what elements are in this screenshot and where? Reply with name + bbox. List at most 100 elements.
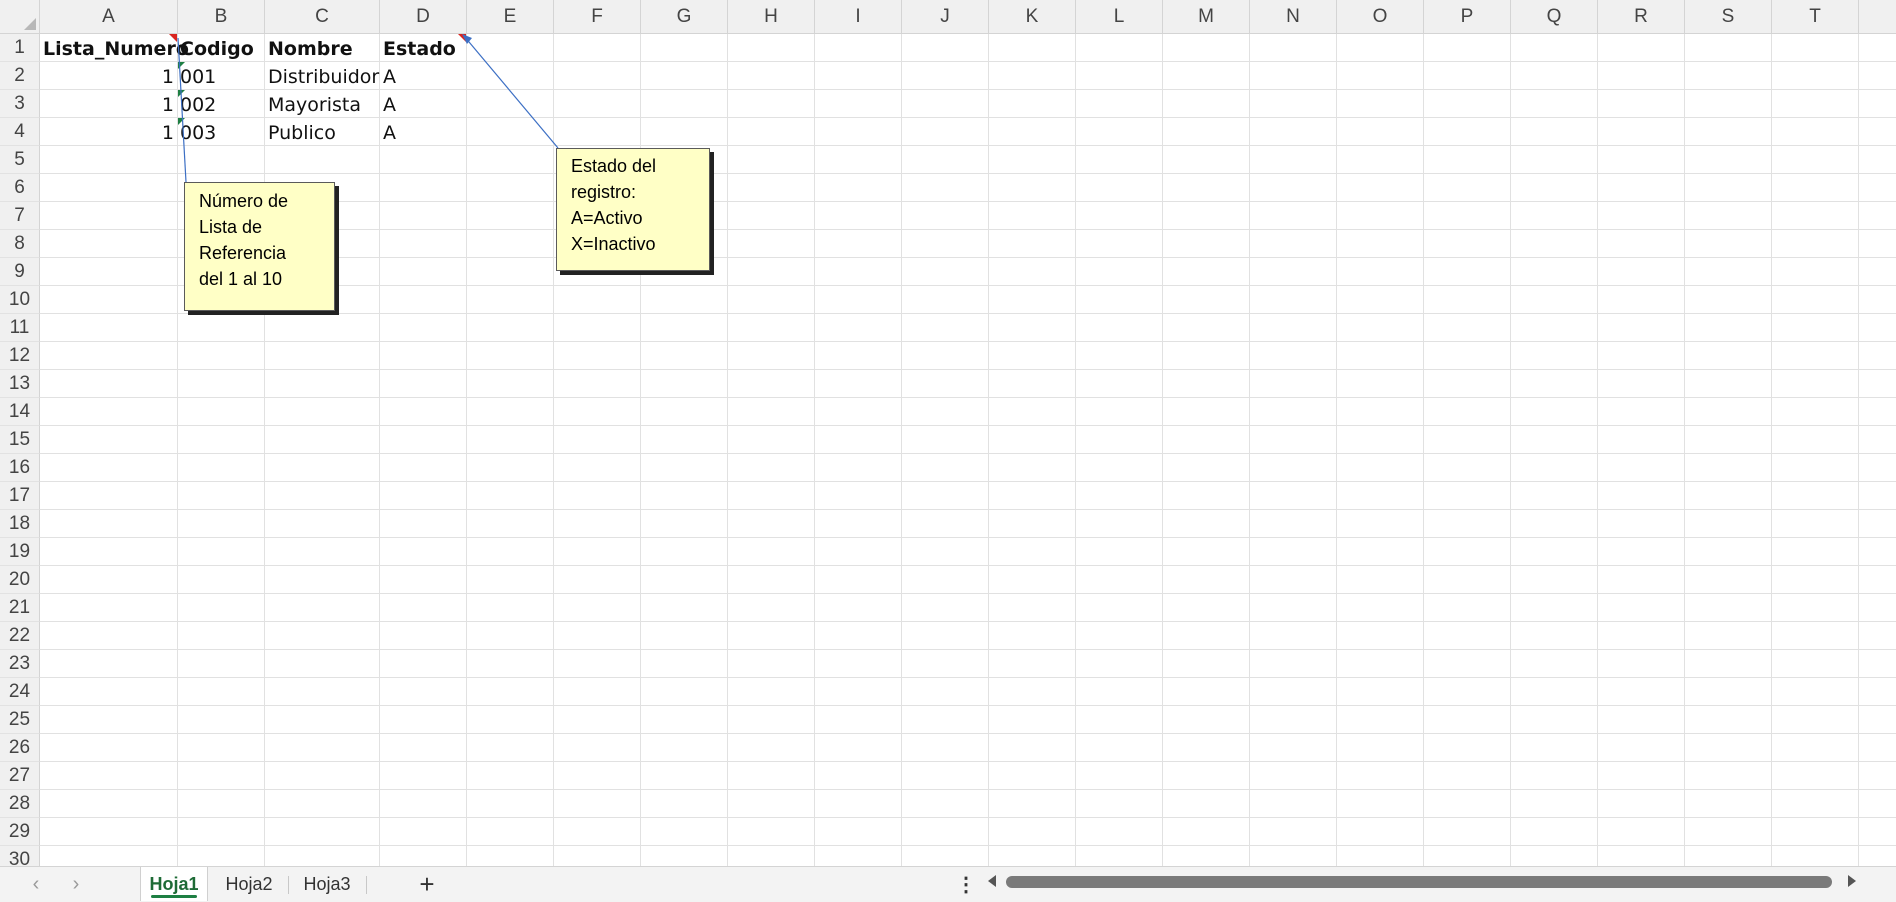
col-header-a[interactable]: A — [40, 0, 178, 34]
gridline-v — [1597, 34, 1598, 866]
scroll-right-arrow-icon[interactable] — [1848, 875, 1856, 887]
row-header-9[interactable]: 9 — [0, 258, 40, 286]
col-header-k[interactable]: K — [989, 0, 1076, 34]
comment-line: registro: — [571, 182, 637, 202]
col-header-e[interactable]: E — [467, 0, 554, 34]
comment-indicator-icon[interactable] — [169, 34, 177, 42]
cell-d3[interactable]: A — [383, 91, 396, 119]
row-header-2[interactable]: 2 — [0, 62, 40, 90]
next-sheet-chevron-right-icon[interactable]: › — [66, 873, 86, 895]
comment-line: Referencia — [199, 243, 287, 263]
col-header-c[interactable]: C — [265, 0, 380, 34]
row-header-4[interactable]: 4 — [0, 118, 40, 146]
col-header-f[interactable]: F — [554, 0, 641, 34]
sheet-tab-hoja1[interactable]: Hoja1 — [140, 867, 208, 901]
row-header-27[interactable]: 27 — [0, 762, 40, 790]
row-header-25[interactable]: 25 — [0, 706, 40, 734]
horizontal-scrollbar-track[interactable] — [1006, 876, 1838, 890]
row-header-19[interactable]: 19 — [0, 538, 40, 566]
more-options-icon[interactable]: ⋮ — [956, 871, 976, 897]
horizontal-scrollbar-thumb[interactable] — [1006, 876, 1832, 888]
sheet-tab-hoja2[interactable]: Hoja2 — [216, 867, 282, 901]
cell-c3[interactable]: Mayorista — [268, 91, 361, 119]
plus-icon[interactable]: + — [412, 869, 442, 899]
gridline-h — [40, 537, 1896, 538]
gridline-v — [1510, 34, 1511, 866]
col-header-l[interactable]: L — [1076, 0, 1163, 34]
row-header-3[interactable]: 3 — [0, 90, 40, 118]
row-header-18[interactable]: 18 — [0, 510, 40, 538]
col-header-o[interactable]: O — [1337, 0, 1424, 34]
row-header-14[interactable]: 14 — [0, 398, 40, 426]
row-header-12[interactable]: 12 — [0, 342, 40, 370]
col-header-j[interactable]: J — [902, 0, 989, 34]
col-header-p[interactable]: P — [1424, 0, 1511, 34]
spreadsheet-grid[interactable]: A B C D E F G H I J K L M N O P Q R S T … — [0, 0, 1896, 866]
col-header-m[interactable]: M — [1163, 0, 1250, 34]
row-header-29[interactable]: 29 — [0, 818, 40, 846]
row-header-30[interactable]: 30 — [0, 846, 40, 866]
error-indicator-icon[interactable] — [178, 118, 185, 125]
row-header-17[interactable]: 17 — [0, 482, 40, 510]
col-header-h[interactable]: H — [728, 0, 815, 34]
cell-a4[interactable]: 1 — [40, 119, 174, 147]
cell-a3[interactable]: 1 — [40, 91, 174, 119]
row-header-13[interactable]: 13 — [0, 370, 40, 398]
col-header-q[interactable]: Q — [1511, 0, 1598, 34]
col-header-b[interactable]: B — [178, 0, 265, 34]
sheet-tab-hoja3[interactable]: Hoja3 — [294, 867, 360, 901]
row-header-23[interactable]: 23 — [0, 650, 40, 678]
cell-b3[interactable]: 002 — [180, 91, 216, 119]
comment-box-estado[interactable]: Estado del registro: A=Activo X=Inactivo — [556, 148, 710, 271]
comment-box-lista[interactable]: Número de Lista de Referencia del 1 al 1… — [184, 182, 335, 311]
error-indicator-icon[interactable] — [178, 62, 185, 69]
error-indicator-icon[interactable] — [178, 90, 185, 97]
row-header-22[interactable]: 22 — [0, 622, 40, 650]
cell-d2[interactable]: A — [383, 63, 396, 91]
row-header-24[interactable]: 24 — [0, 678, 40, 706]
gridline-h — [40, 425, 1896, 426]
gridline-v — [1423, 34, 1424, 866]
gridline-v — [1858, 34, 1859, 866]
row-header-1[interactable]: 1 — [0, 34, 40, 62]
row-header-16[interactable]: 16 — [0, 454, 40, 482]
cell-c4[interactable]: Publico — [268, 119, 336, 147]
col-header-n[interactable]: N — [1250, 0, 1337, 34]
col-header-d[interactable]: D — [380, 0, 467, 34]
row-header-15[interactable]: 15 — [0, 426, 40, 454]
gridline-h — [40, 705, 1896, 706]
cell-a1[interactable]: Lista_Numero — [43, 35, 189, 63]
cell-d4[interactable]: A — [383, 119, 396, 147]
cell-d1[interactable]: Estado — [383, 35, 456, 63]
row-header-8[interactable]: 8 — [0, 230, 40, 258]
row-header-26[interactable]: 26 — [0, 734, 40, 762]
cell-b1[interactable]: Codigo — [180, 35, 254, 63]
leader-line-estado — [463, 35, 559, 149]
row-header-6[interactable]: 6 — [0, 174, 40, 202]
col-header-g[interactable]: G — [641, 0, 728, 34]
prev-sheet-chevron-left-icon[interactable]: ‹ — [26, 873, 46, 895]
col-header-i[interactable]: I — [815, 0, 902, 34]
row-header-5[interactable]: 5 — [0, 146, 40, 174]
row-header-21[interactable]: 21 — [0, 594, 40, 622]
col-header-t[interactable]: T — [1772, 0, 1859, 34]
row-header-10[interactable]: 10 — [0, 286, 40, 314]
select-all-corner[interactable] — [0, 0, 40, 34]
cell-a2[interactable]: 1 — [40, 63, 174, 91]
row-header-7[interactable]: 7 — [0, 202, 40, 230]
row-header-20[interactable]: 20 — [0, 566, 40, 594]
gridline-h — [40, 397, 1896, 398]
comment-indicator-icon[interactable] — [458, 34, 466, 42]
col-header-s[interactable]: S — [1685, 0, 1772, 34]
gridline-v — [1336, 34, 1337, 866]
col-header-r[interactable]: R — [1598, 0, 1685, 34]
cell-c2[interactable]: Distribuidor — [268, 63, 379, 91]
cell-b2[interactable]: 001 — [180, 63, 216, 91]
gridline-v — [901, 34, 902, 866]
cell-b4[interactable]: 003 — [180, 119, 216, 147]
gridline-h — [40, 313, 1896, 314]
row-header-11[interactable]: 11 — [0, 314, 40, 342]
row-header-28[interactable]: 28 — [0, 790, 40, 818]
cell-c1[interactable]: Nombre — [268, 35, 353, 63]
scroll-left-arrow-icon[interactable] — [988, 875, 996, 887]
